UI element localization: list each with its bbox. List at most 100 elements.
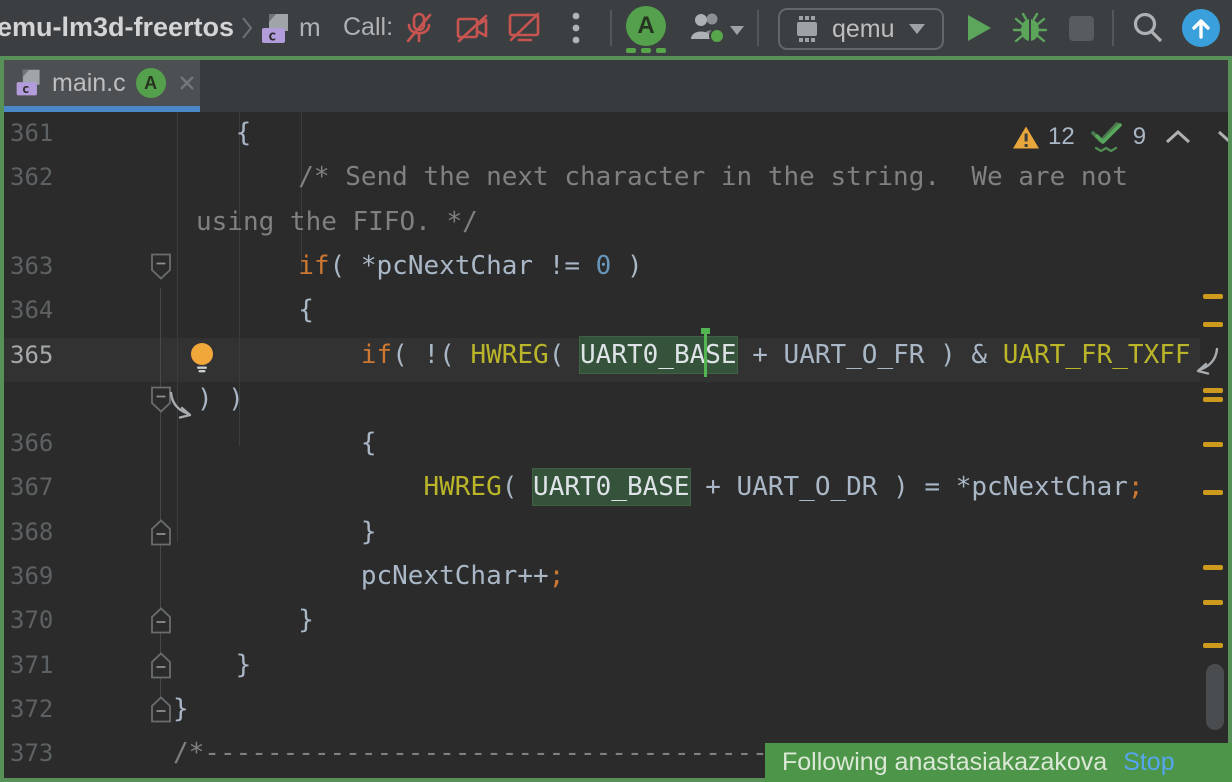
c-file-icon: c <box>14 67 44 99</box>
code-token: + UART_O_DR ) = *pcNextChar <box>690 472 1128 502</box>
line-number[interactable]: 370 <box>10 598 80 642</box>
warning-stripe-mark[interactable] <box>1203 565 1223 570</box>
search-icon[interactable] <box>1131 11 1165 50</box>
scrollbar-thumb[interactable] <box>1206 664 1224 730</box>
screenshare-muted-icon[interactable] <box>507 12 543 49</box>
code-token: ( <box>502 472 533 502</box>
stop-following-link[interactable]: Stop <box>1123 748 1174 777</box>
line-number[interactable]: 367 <box>10 465 80 509</box>
fold-marker[interactable] <box>150 652 172 684</box>
code-line[interactable]: if( !( HWREG( UART0_BASE + UART_O_FR ) &… <box>173 333 1191 377</box>
code-line[interactable]: } <box>173 687 189 731</box>
line-number[interactable]: 372 <box>10 687 80 731</box>
code-token: { <box>236 118 252 148</box>
warning-stripe-mark[interactable] <box>1203 600 1223 605</box>
warning-icon[interactable] <box>1012 125 1040 150</box>
debug-button[interactable] <box>1012 10 1048 51</box>
line-number[interactable]: 362 <box>10 155 80 199</box>
run-config-value: qemu <box>832 15 895 44</box>
chevron-up-icon[interactable] <box>1164 129 1192 145</box>
code-line[interactable]: ) ) <box>197 377 244 421</box>
chevron-down-icon <box>909 24 925 34</box>
line-number[interactable]: 365 <box>10 333 80 377</box>
kebab-menu-icon[interactable] <box>569 11 583 50</box>
remote-user-caret <box>704 333 707 377</box>
code-token: ( <box>549 340 580 370</box>
code-token: 0 <box>596 251 612 281</box>
code-token: ) ) <box>197 384 244 414</box>
line-number[interactable]: 369 <box>10 554 80 598</box>
mic-muted-icon[interactable] <box>403 11 435 50</box>
breadcrumb-file[interactable]: m <box>299 12 321 43</box>
ide-window: emu-lm3d-freertos c m Call: <box>0 0 1232 782</box>
fold-marker[interactable] <box>150 519 172 551</box>
close-icon[interactable] <box>178 74 196 92</box>
line-number[interactable]: 373 <box>10 731 80 775</box>
code-token: } <box>236 650 252 680</box>
code-token: ( *pcNextChar != <box>330 251 596 281</box>
users-icon[interactable] <box>688 10 744 53</box>
code-line[interactable]: /* Send the next character in the string… <box>173 155 1128 199</box>
warning-stripe-mark[interactable] <box>1203 490 1223 495</box>
following-text: Following anastasiakazakova <box>782 748 1107 777</box>
toolbar-separator <box>610 10 612 46</box>
code-token: if <box>361 340 392 370</box>
code-token: UART_FR_TXFF <box>1003 340 1191 370</box>
code-line[interactable]: } <box>173 643 251 687</box>
chevron-down-icon[interactable] <box>1216 129 1232 145</box>
code-line[interactable]: using the FIFO. */ <box>196 200 478 244</box>
line-number[interactable]: 361 <box>10 111 80 155</box>
update-icon[interactable] <box>1182 9 1220 47</box>
code-token: ) <box>611 251 642 281</box>
code-line[interactable]: } <box>173 510 377 554</box>
code-line[interactable]: if( *pcNextChar != 0 ) <box>173 244 643 288</box>
checks-icon[interactable] <box>1089 120 1125 154</box>
code-line[interactable]: pcNextChar++; <box>173 554 564 598</box>
line-number[interactable]: 368 <box>10 510 80 554</box>
svg-text:c: c <box>22 82 29 96</box>
avatar[interactable]: A <box>626 6 666 46</box>
following-indicator <box>656 48 666 53</box>
run-button[interactable] <box>964 12 994 49</box>
tab-user-badge[interactable]: A <box>136 68 166 98</box>
run-config-select[interactable]: qemu <box>778 8 944 50</box>
following-indicator <box>641 48 651 53</box>
tab-title: main.c <box>52 69 126 98</box>
warning-stripe-mark[interactable] <box>1203 397 1223 402</box>
tab-main-c[interactable]: c main.c A <box>4 60 200 106</box>
code-token: { <box>361 428 377 458</box>
code-token: ; <box>1128 472 1144 502</box>
warning-stripe-mark[interactable] <box>1203 388 1223 393</box>
c-file-icon[interactable]: c <box>259 11 293 52</box>
warning-stripe-mark[interactable] <box>1203 322 1223 327</box>
code-token: ; <box>549 561 565 591</box>
code-line[interactable]: { <box>173 421 377 465</box>
camera-muted-icon[interactable] <box>455 14 491 49</box>
chevron-right-icon <box>241 16 253 45</box>
warning-stripe-mark[interactable] <box>1203 643 1223 648</box>
call-label: Call: <box>343 13 393 42</box>
chip-icon <box>792 14 822 44</box>
warning-count: 12 <box>1048 123 1075 151</box>
line-number[interactable]: 364 <box>10 288 80 332</box>
intention-bulb-icon[interactable] <box>189 341 215 378</box>
line-number[interactable]: 366 <box>10 421 80 465</box>
code-token: using the FIFO. */ <box>196 207 478 237</box>
line-number[interactable]: 371 <box>10 643 80 687</box>
code-line[interactable]: { <box>173 288 314 332</box>
code-token: } <box>173 694 189 724</box>
code-token: ( !( <box>392 340 470 370</box>
fold-marker[interactable] <box>150 253 172 285</box>
code-token: + UART_O_FR ) & <box>737 340 1003 370</box>
line-number[interactable]: 363 <box>10 244 80 288</box>
warning-stripe-mark[interactable] <box>1203 294 1223 299</box>
breadcrumb-project[interactable]: emu-lm3d-freertos <box>0 12 234 43</box>
stop-button[interactable] <box>1069 16 1094 41</box>
code-line[interactable]: HWREG( UART0_BASE + UART_O_DR ) = *pcNex… <box>173 465 1144 509</box>
code-line[interactable]: { <box>173 111 251 155</box>
code-line[interactable]: } <box>173 598 314 642</box>
highlighted-identifier: UART0_BASE <box>533 469 690 505</box>
fold-marker[interactable] <box>150 696 172 728</box>
warning-stripe-mark[interactable] <box>1203 442 1223 447</box>
fold-marker[interactable] <box>150 607 172 639</box>
